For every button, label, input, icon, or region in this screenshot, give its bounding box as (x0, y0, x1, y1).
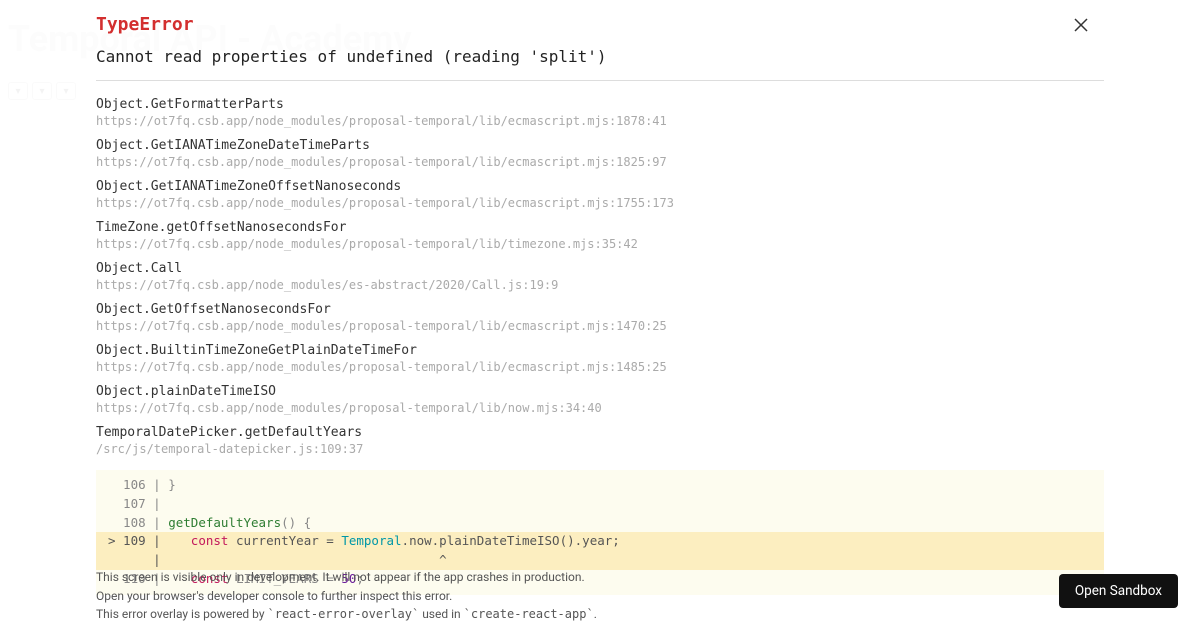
stack-frame[interactable]: TemporalDatePicker.getDefaultYears/src/j… (96, 425, 1104, 456)
stack-frame-function: Object.GetOffsetNanosecondsFor (96, 302, 1104, 317)
stack-frame[interactable]: Object.Call https://ot7fq.csb.app/node_mo… (96, 261, 1104, 292)
stack-frame-location: https://ot7fq.csb.app/node_modules/es-ab… (96, 278, 1104, 292)
stack-frame-location: /src/js/temporal-datepicker.js:109:37 (96, 442, 1104, 456)
stack-frame-location: https://ot7fq.csb.app/node_modules/propo… (96, 401, 1104, 415)
stack-frame-function: Object.plainDateTimeISO (96, 384, 1104, 399)
stack-frame-function: Object.GetIANATimeZoneOffsetNanoseconds (96, 179, 1104, 194)
stack-frame[interactable]: Object.BuiltinTimeZoneGetPlainDateTimeFo… (96, 343, 1104, 374)
overlay-footer: This screen is visible only in developme… (96, 568, 597, 624)
stack-frame-function: Object.GetIANATimeZoneDateTimeParts (96, 138, 1104, 153)
code-line: | ^ (96, 551, 1104, 570)
stack-frame-function: Object.Call (96, 261, 1104, 276)
stack-frame[interactable]: Object.GetIANATimeZoneOffsetNanoseconds h… (96, 179, 1104, 210)
stack-frame[interactable]: Object.plainDateTimeISO https://ot7fq.csb… (96, 384, 1104, 415)
footer-line: This error overlay is powered by `react-… (96, 605, 597, 624)
stack-frame-function: TimeZone.getOffsetNanosecondsFor (96, 220, 1104, 235)
code-line: 106 | } (96, 476, 1104, 495)
code-line: 107 | (96, 495, 1104, 514)
divider (96, 80, 1104, 81)
footer-line: Open your browser's developer console to… (96, 587, 597, 606)
stack-frame[interactable]: Object.GetFormatterParts https://ot7fq.cs… (96, 97, 1104, 128)
stack-frame-location: https://ot7fq.csb.app/node_modules/propo… (96, 237, 1104, 251)
stack-frame-location: https://ot7fq.csb.app/node_modules/propo… (96, 319, 1104, 333)
stack-frame[interactable]: TimeZone.getOffsetNanosecondsFor https://… (96, 220, 1104, 251)
code-line: 108 | getDefaultYears() { (96, 514, 1104, 533)
error-message: Cannot read properties of undefined (rea… (96, 47, 1104, 66)
error-panel: TypeError Cannot read properties of unde… (96, 14, 1104, 630)
stack-frame-function: Object.BuiltinTimeZoneGetPlainDateTimeFo… (96, 343, 1104, 358)
error-type: TypeError (96, 14, 1104, 35)
open-sandbox-button[interactable]: Open Sandbox (1059, 574, 1178, 608)
stack-frame-location: https://ot7fq.csb.app/node_modules/propo… (96, 155, 1104, 169)
stack-frame[interactable]: Object.GetIANATimeZoneDateTimeParts https… (96, 138, 1104, 169)
stack-frame-function: Object.GetFormatterParts (96, 97, 1104, 112)
code-line: > 109 | const currentYear = Temporal.now… (96, 532, 1104, 551)
stack-frame-location: https://ot7fq.csb.app/node_modules/propo… (96, 360, 1104, 374)
stack-frame-function: TemporalDatePicker.getDefaultYears (96, 425, 1104, 440)
stack-frames: Object.GetFormatterParts https://ot7fq.cs… (96, 97, 1104, 456)
stack-frame-location: https://ot7fq.csb.app/node_modules/propo… (96, 114, 1104, 128)
error-overlay: TypeError Cannot read properties of unde… (0, 0, 1200, 630)
stack-frame-location: https://ot7fq.csb.app/node_modules/propo… (96, 196, 1104, 210)
stack-frame[interactable]: Object.GetOffsetNanosecondsFor https://ot… (96, 302, 1104, 333)
footer-line: This screen is visible only in developme… (96, 568, 597, 587)
